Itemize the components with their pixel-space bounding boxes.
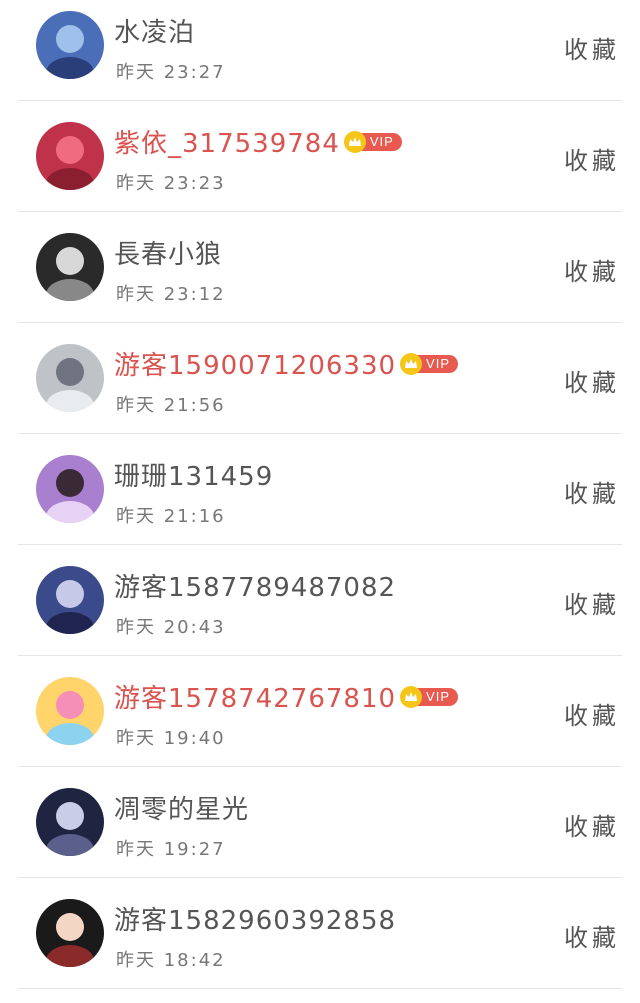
favorite-button[interactable]: 收藏 bbox=[564, 363, 620, 398]
list-item[interactable]: 水凌泊 昨天 23:27 收藏 bbox=[18, 0, 622, 101]
list-item[interactable]: 游客1578742767810 VIP 昨天 19:40 收藏 bbox=[18, 656, 622, 767]
user-name-text: 游客1578742767810 bbox=[114, 684, 397, 714]
avatar[interactable] bbox=[36, 344, 104, 412]
user-name-text: 游客1587789487082 bbox=[114, 573, 397, 603]
avatar[interactable] bbox=[36, 233, 104, 301]
timestamp: 昨天 19:27 bbox=[116, 839, 226, 860]
timestamp: 昨天 23:23 bbox=[116, 173, 226, 194]
user-name: 紫依_317539784 VIP bbox=[114, 123, 402, 160]
user-name: 游客1590071206330 VIP bbox=[114, 345, 459, 382]
list-item[interactable]: 凋零的星光 昨天 19:27 收藏 bbox=[18, 767, 622, 878]
list-item[interactable]: 紫依_317539784 VIP 昨天 23:23 收藏 bbox=[18, 101, 622, 212]
avatar[interactable] bbox=[36, 455, 104, 523]
timestamp: 昨天 23:12 bbox=[116, 284, 226, 305]
list-item[interactable]: 長春小狼 昨天 23:12 收藏 bbox=[18, 212, 622, 323]
timestamp: 昨天 21:56 bbox=[116, 395, 226, 416]
crown-icon bbox=[343, 130, 366, 153]
favorite-button[interactable]: 收藏 bbox=[564, 696, 620, 731]
user-name-text: 珊珊131459 bbox=[114, 462, 274, 492]
user-name: 長春小狼 bbox=[114, 234, 222, 271]
favorite-button[interactable]: 收藏 bbox=[564, 252, 620, 287]
list-item[interactable]: 游客1587789487082 昨天 20:43 收藏 bbox=[18, 545, 622, 656]
favorite-button[interactable]: 收藏 bbox=[564, 918, 620, 953]
avatar[interactable] bbox=[36, 122, 104, 190]
favorite-button[interactable]: 收藏 bbox=[564, 585, 620, 620]
user-name: 珊珊131459 bbox=[114, 456, 273, 493]
user-name-text: 凋零的星光 bbox=[114, 795, 250, 825]
vip-badge: VIP bbox=[343, 130, 402, 153]
avatar[interactable] bbox=[36, 677, 104, 745]
timestamp: 昨天 18:42 bbox=[116, 950, 226, 971]
crown-icon bbox=[400, 685, 423, 708]
user-name-text: 紫依_317539784 bbox=[114, 129, 340, 159]
user-name-text: 游客1590071206330 bbox=[114, 351, 397, 381]
timestamp: 昨天 19:40 bbox=[116, 728, 226, 749]
user-name: 凋零的星光 bbox=[114, 789, 249, 826]
user-list: 水凌泊 昨天 23:27 收藏 紫依_317539784 VIP 昨天 23:2… bbox=[0, 0, 640, 989]
timestamp: 昨天 20:43 bbox=[116, 617, 226, 638]
user-name: 水凌泊 bbox=[114, 12, 195, 49]
favorite-button[interactable]: 收藏 bbox=[564, 807, 620, 842]
avatar[interactable] bbox=[36, 788, 104, 856]
user-name: 游客1587789487082 bbox=[114, 567, 396, 604]
avatar[interactable] bbox=[36, 11, 104, 79]
avatar[interactable] bbox=[36, 899, 104, 967]
list-item[interactable]: 珊珊131459 昨天 21:16 收藏 bbox=[18, 434, 622, 545]
favorite-button[interactable]: 收藏 bbox=[564, 141, 620, 176]
user-name: 游客1582960392858 bbox=[114, 900, 396, 937]
timestamp: 昨天 23:27 bbox=[116, 62, 226, 83]
vip-badge: VIP bbox=[400, 685, 459, 708]
favorite-button[interactable]: 收藏 bbox=[564, 474, 620, 509]
crown-icon bbox=[400, 352, 423, 375]
vip-badge: VIP bbox=[400, 352, 459, 375]
list-item[interactable]: 游客1582960392858 昨天 18:42 收藏 bbox=[18, 878, 622, 989]
user-name-text: 長春小狼 bbox=[114, 240, 223, 270]
user-name-text: 水凌泊 bbox=[114, 18, 196, 48]
timestamp: 昨天 21:16 bbox=[116, 506, 226, 527]
user-name: 游客1578742767810 VIP bbox=[114, 678, 459, 715]
favorite-button[interactable]: 收藏 bbox=[564, 30, 620, 65]
avatar[interactable] bbox=[36, 566, 104, 634]
list-item[interactable]: 游客1590071206330 VIP 昨天 21:56 收藏 bbox=[18, 323, 622, 434]
user-name-text: 游客1582960392858 bbox=[114, 906, 397, 936]
